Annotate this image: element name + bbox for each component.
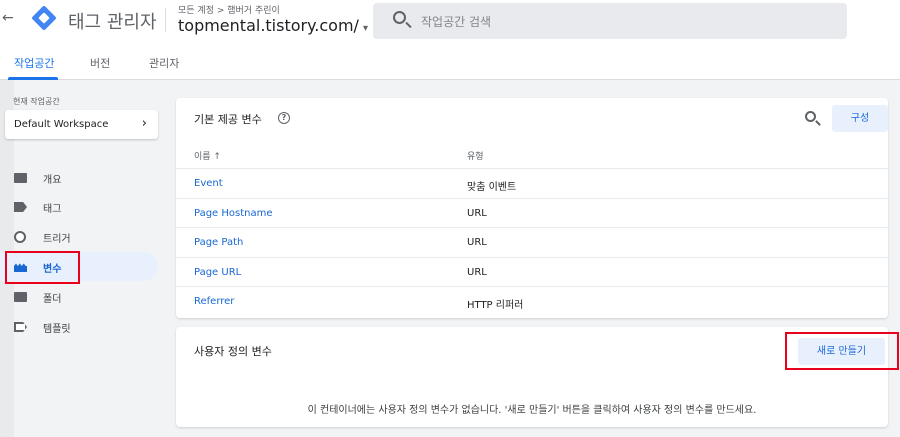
sidebar-item-tags[interactable]: 태그: [0, 192, 158, 221]
top-app-bar: ← 태그 관리자 모든 계정 > 햄버거 주린이 topmental.tisto…: [0, 0, 900, 44]
sidebar-item-label: 트리거: [43, 234, 71, 245]
sidebar-item-label: 개요: [43, 175, 62, 186]
builtin-variables-card: 기본 제공 변수 ? 구성 이름 ↑ 유형 Event 맞춤 이벤트 Page …: [176, 98, 888, 318]
variable-name-link[interactable]: Page URL: [194, 267, 241, 278]
table-row[interactable]: Referrer HTTP 리퍼러: [176, 286, 888, 316]
main-tabs: 작업공간 버전 관리자: [0, 44, 900, 80]
table-row[interactable]: Page Path URL: [176, 227, 888, 257]
template-icon: [14, 322, 27, 332]
empty-state-message: 이 컨테이너에는 사용자 정의 변수가 없습니다. '새로 만들기' 버튼을 클…: [307, 405, 757, 416]
table-row[interactable]: Page Hostname URL: [176, 197, 888, 228]
annotation-highlight-box: [5, 251, 80, 284]
header-divider: [165, 8, 166, 32]
search-placeholder: 작업공간 검색: [421, 15, 492, 29]
variable-name-link[interactable]: Page Hostname: [194, 208, 273, 219]
sidebar-item-templates[interactable]: 템플릿: [0, 312, 158, 341]
app-title: 태그 관리자: [68, 12, 157, 33]
table-row[interactable]: Page URL URL: [176, 256, 888, 287]
column-header-name[interactable]: 이름 ↑: [194, 149, 221, 162]
sidebar-item-overview[interactable]: 개요: [0, 163, 158, 192]
card-title: 사용자 정의 변수: [194, 345, 272, 358]
card-title: 기본 제공 변수: [194, 113, 262, 126]
tab-admin[interactable]: 관리자: [149, 55, 179, 71]
sidebar-item-label: 폴더: [43, 294, 62, 305]
search-icon[interactable]: [805, 111, 816, 122]
column-header-type: 유형: [467, 152, 484, 162]
chevron-right-icon: ›: [141, 116, 147, 131]
workspace-search-input[interactable]: 작업공간 검색: [373, 3, 847, 39]
configure-button[interactable]: 구성: [832, 105, 888, 132]
sidebar-item-label: 템플릿: [43, 324, 71, 335]
active-tab-indicator: [8, 77, 58, 80]
back-arrow-icon[interactable]: ←: [2, 10, 14, 26]
variable-type: URL: [467, 266, 487, 278]
overview-icon: [14, 173, 27, 183]
tab-workspace[interactable]: 작업공간: [14, 55, 54, 71]
variable-type: URL: [467, 237, 487, 249]
folder-icon: [14, 292, 27, 302]
variable-type: URL: [467, 207, 487, 219]
variable-name-link[interactable]: Referrer: [194, 296, 234, 307]
variable-type: HTTP 리퍼러: [467, 300, 524, 312]
account-breadcrumb[interactable]: 모든 계정 > 햄버거 주린이: [178, 3, 280, 16]
workspace-name: Default Workspace: [14, 119, 109, 130]
dropdown-caret-icon: ▾: [362, 23, 368, 34]
table-row[interactable]: Event 맞춤 이벤트: [176, 168, 888, 198]
workspace-selector[interactable]: Default Workspace ›: [5, 110, 158, 139]
trigger-icon: [14, 231, 26, 243]
tab-versions[interactable]: 버전: [90, 55, 110, 71]
container-name: topmental.tistory.com/: [178, 16, 359, 35]
sidebar-item-folders[interactable]: 폴더: [0, 282, 158, 311]
search-icon: [393, 11, 406, 24]
variables-table: Event 맞춤 이벤트 Page Hostname URL Page Path…: [176, 168, 888, 316]
variable-name-link[interactable]: Event: [194, 178, 223, 189]
variable-name-link[interactable]: Page Path: [194, 237, 243, 248]
variable-type: 맞춤 이벤트: [467, 182, 517, 193]
sidebar-item-triggers[interactable]: 트리거: [0, 222, 158, 251]
current-workspace-label: 현재 작업공간: [13, 97, 60, 106]
help-icon[interactable]: ?: [278, 112, 290, 124]
container-selector[interactable]: topmental.tistory.com/▾: [178, 16, 368, 35]
annotation-highlight-box: [785, 332, 899, 370]
tag-icon: [14, 202, 27, 212]
tag-manager-logo-icon: [31, 5, 57, 31]
sidebar-item-label: 태그: [43, 204, 62, 215]
user-defined-variables-card: 사용자 정의 변수 새로 만들기 이 컨테이너에는 사용자 정의 변수가 없습니…: [176, 327, 888, 427]
